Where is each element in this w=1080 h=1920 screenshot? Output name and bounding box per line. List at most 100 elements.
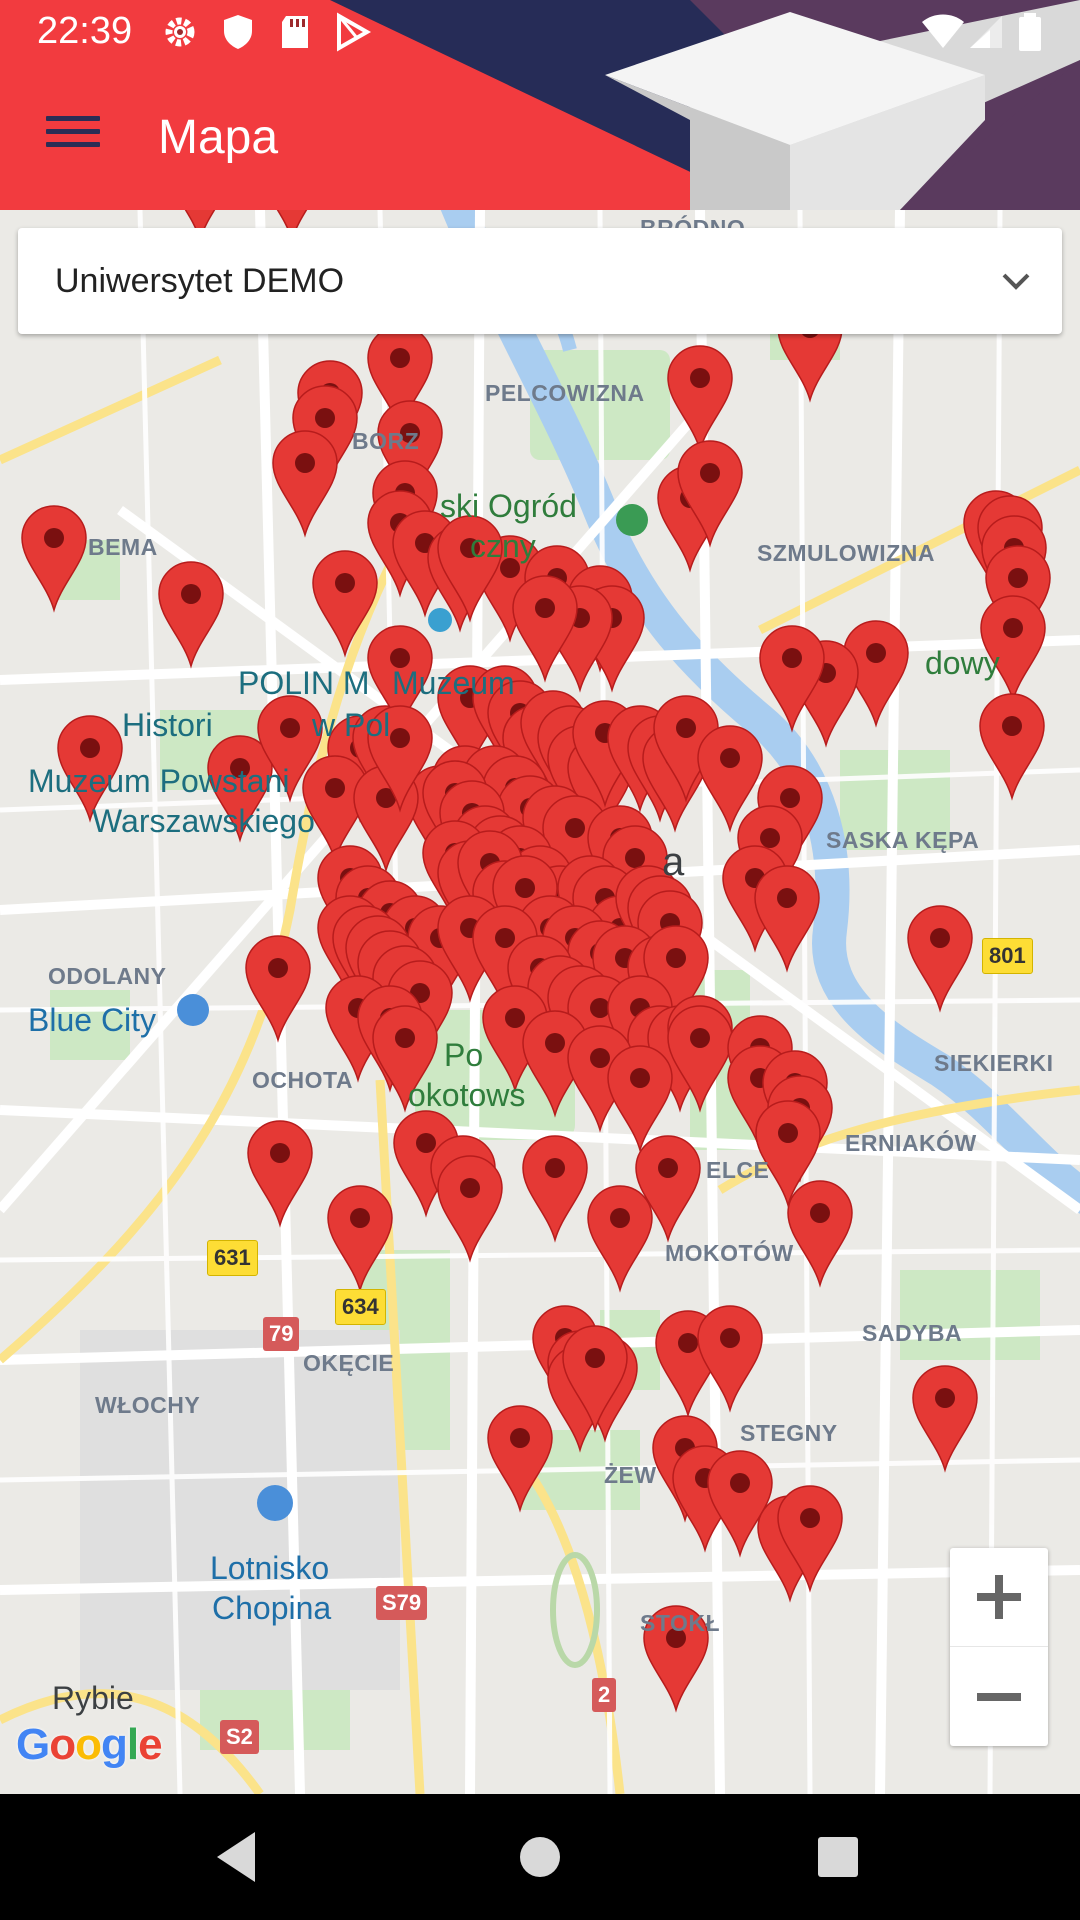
hamburger-menu-icon[interactable] — [38, 108, 108, 164]
map-marker-dot — [760, 828, 780, 848]
zoom-controls — [950, 1548, 1048, 1746]
district-label: OKĘCIE — [303, 1350, 395, 1376]
map-marker-dot — [720, 748, 740, 768]
map-marker-dot — [545, 1158, 565, 1178]
home-icon[interactable] — [507, 1824, 573, 1890]
map-view[interactable]: BRÓDNO PELCOWIZNA BEMA SZMULOWIZNA SASKA… — [0, 210, 1080, 1794]
map-marker-dot — [590, 1048, 610, 1068]
shield-icon — [224, 15, 252, 49]
gear-icon — [165, 17, 195, 47]
poi-label: Lotnisko — [210, 1550, 330, 1586]
map-marker-dot — [80, 738, 100, 758]
map-marker-dot — [610, 1208, 630, 1228]
poi-label: okotows — [408, 1077, 526, 1113]
map-marker-dot — [658, 1158, 678, 1178]
map-marker-dot — [280, 718, 300, 738]
district-label: ODOLANY — [48, 963, 167, 989]
district-label: ERNIAKÓW — [845, 1130, 977, 1156]
chevron-down-icon[interactable] — [998, 263, 1034, 299]
map-marker-pin[interactable] — [587, 1185, 653, 1293]
map-marker-pin[interactable] — [697, 1305, 763, 1413]
map-marker-dot — [1003, 618, 1023, 638]
poi-label: Rybie — [52, 1680, 134, 1716]
map-marker-dot — [930, 928, 950, 948]
map-marker-dot — [676, 718, 696, 738]
map-marker-dot — [800, 1508, 820, 1528]
map-marker-pin[interactable] — [912, 1365, 978, 1473]
map-marker-pin[interactable] — [522, 1135, 588, 1243]
zoom-out-button[interactable] — [950, 1648, 1048, 1746]
road-shield: 801 — [982, 938, 1033, 974]
road-shield: 631 — [207, 1240, 258, 1276]
back-icon[interactable] — [205, 1824, 271, 1890]
district-label: SASKA KĘPA — [826, 827, 980, 853]
battery-icon — [1019, 13, 1041, 51]
district-label: PELCOWIZNA — [485, 380, 645, 406]
road-shield: 79 — [263, 1317, 300, 1351]
district-label: BORZ — [352, 428, 420, 454]
map-marker-dot — [810, 1203, 830, 1223]
district-label: OCHOTA — [252, 1067, 353, 1093]
map-marker-dot — [730, 1473, 750, 1493]
map-marker-dot — [778, 1123, 798, 1143]
map-marker-pin[interactable] — [907, 905, 973, 1013]
map-marker-dot — [505, 1008, 525, 1028]
poi-label: ski Ogród — [440, 488, 577, 524]
poi-label: Po — [444, 1037, 484, 1073]
map-marker-dot — [545, 1033, 565, 1053]
poi-label: dowy — [925, 645, 1000, 681]
map-marker-dot — [325, 778, 345, 798]
map-marker-dot — [270, 1143, 290, 1163]
map-marker-pin[interactable] — [787, 1180, 853, 1288]
district-label: STOKŁ — [640, 1610, 721, 1636]
poi-label: Muzeum Powstani — [28, 763, 290, 799]
map-marker-dot — [720, 1328, 740, 1348]
map-marker-pin[interactable] — [979, 693, 1045, 801]
map-marker-pin[interactable] — [158, 561, 224, 669]
map-marker-dot — [780, 788, 800, 808]
poi-label: Chopina — [212, 1590, 332, 1626]
map-marker-pin[interactable] — [272, 430, 338, 538]
page-title: Mapa — [158, 111, 279, 164]
road-shield: S79 — [376, 1586, 428, 1620]
district-label: BEMA — [88, 534, 158, 560]
map-marker-dot — [416, 1133, 436, 1153]
wifi-icon — [922, 14, 964, 48]
university-select[interactable]: Uniwersytet DEMO — [18, 228, 1062, 334]
map-marker-dot — [630, 1068, 650, 1088]
navigation-bar — [0, 1794, 1080, 1920]
map-marker-pin[interactable] — [754, 865, 820, 973]
map-marker-pin[interactable] — [312, 550, 378, 658]
map-marker-dot — [678, 1333, 698, 1353]
map-marker-dot — [181, 584, 201, 604]
map-marker-dot — [590, 998, 610, 1018]
map-marker-dot — [625, 848, 645, 868]
map-marker-dot — [666, 948, 686, 968]
road-shield: 2 — [592, 1678, 617, 1712]
map-marker-dot — [515, 878, 535, 898]
map-base — [0, 210, 1080, 1794]
road-shield: S2 — [220, 1720, 259, 1754]
map-marker-dot — [510, 1428, 530, 1448]
map-marker-dot — [495, 928, 515, 948]
poi-label: a — [662, 840, 685, 884]
district-label: SADYBA — [862, 1320, 963, 1346]
map-marker-dot — [315, 408, 335, 428]
map-marker-dot — [390, 348, 410, 368]
map-marker-dot — [335, 573, 355, 593]
district-label: MOKOTÓW — [665, 1240, 794, 1266]
map-marker-dot — [395, 1028, 415, 1048]
poi-label: Histori — [122, 707, 213, 743]
map-marker-dot — [350, 1208, 370, 1228]
signal-icon — [970, 16, 1002, 48]
status-bar: 22:39 — [0, 0, 1080, 63]
recents-icon[interactable] — [805, 1824, 871, 1890]
road-shield: 634 — [335, 1289, 386, 1325]
map-marker-dot — [390, 728, 410, 748]
sd-card-icon — [282, 16, 308, 48]
google-logo: Google — [16, 1720, 163, 1769]
map-marker-pin[interactable] — [437, 1155, 503, 1263]
zoom-in-button[interactable] — [950, 1548, 1048, 1647]
map-marker-pin[interactable] — [247, 1120, 313, 1228]
poi-label: POLIN M — [238, 665, 370, 701]
